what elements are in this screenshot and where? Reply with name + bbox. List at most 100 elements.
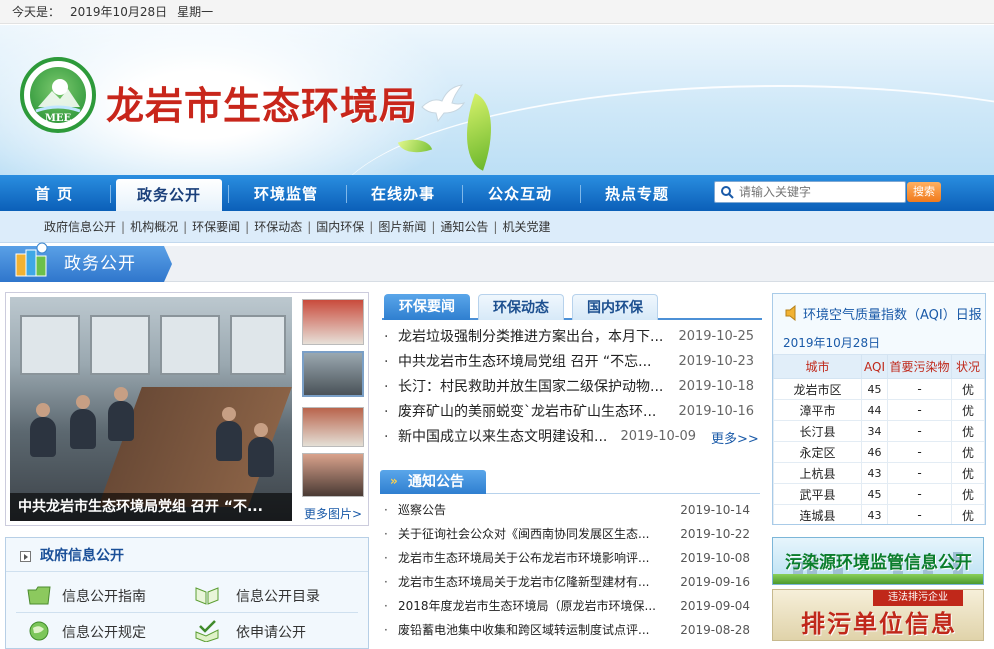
subnav-divider: | xyxy=(431,220,436,234)
status-cell: 优 xyxy=(951,441,985,463)
tab-env-news[interactable]: 环保要闻 xyxy=(384,294,470,320)
photo-head xyxy=(114,387,128,401)
notice-item[interactable]: · 龙岩市生态环境局关于公布龙岩市环境影响评... 2019-10-08 xyxy=(384,546,750,570)
table-row: 长汀县 34- 优 xyxy=(773,420,985,442)
notice-item-title[interactable]: 废铅蓄电池集中收集和跨区域转运制度试点评... xyxy=(398,618,660,642)
notice-item-date: 2019-10-14 xyxy=(680,503,750,517)
subnav-item-org[interactable]: 机构概况 xyxy=(130,211,178,243)
more-photos-link[interactable]: 更多图片> xyxy=(304,505,362,522)
photo-head xyxy=(36,403,50,417)
news-title[interactable]: 长汀：村民救助并放生国家二级保护动物... xyxy=(398,375,678,399)
nav-item-public-interaction[interactable]: 公众互动 xyxy=(464,175,576,211)
notice-item[interactable]: · 2018年度龙岩市生态环境局（原龙岩市环境保... 2019-09-04 xyxy=(384,594,750,618)
nav-item-home[interactable]: 首 页 xyxy=(0,175,108,211)
photo-slideshow: 中共龙岩市生态环境局党组 召开 “不... 更多图片> xyxy=(5,292,369,526)
subnav-divider: | xyxy=(307,220,312,234)
subnav-item-domestic[interactable]: 国内环保 xyxy=(316,211,364,243)
aqi-title[interactable]: 环境空气质量指数（AQI）日报 xyxy=(803,304,982,323)
bullet: · xyxy=(384,527,388,541)
info-guide-link[interactable]: 信息公开指南 xyxy=(62,586,146,606)
subnav-item-photo-news[interactable]: 图片新闻 xyxy=(378,211,426,243)
news-item[interactable]: · 新中国成立以来生态文明建设和... 2019-10-09 xyxy=(384,425,696,449)
news-item[interactable]: · 长汀：村民救助并放生国家二级保护动物... 2019-10-18 xyxy=(384,375,754,399)
photo-person xyxy=(30,417,56,457)
news-item[interactable]: · 废弃矿山的美丽蜕变`龙岩市矿山生态环... 2019-10-16 xyxy=(384,400,754,424)
thumbnail[interactable] xyxy=(302,351,364,397)
discharge-unit-banner[interactable]: 违法排污企业 排污单位信息 xyxy=(772,589,984,641)
photo-person xyxy=(248,437,274,477)
news-title[interactable]: 废弃矿山的美丽蜕变`龙岩市矿山生态环... xyxy=(398,400,678,424)
dove-icon xyxy=(421,84,466,123)
featured-photo[interactable] xyxy=(10,297,292,521)
nav-item-env-supervision[interactable]: 环境监管 xyxy=(230,175,342,211)
aqi-cell: 45 xyxy=(861,483,888,505)
search-box xyxy=(714,181,906,203)
subnav-item-notices[interactable]: 通知公告 xyxy=(440,211,488,243)
news-title[interactable]: 新中国成立以来生态文明建设和... xyxy=(398,425,618,449)
notice-title: 通知公告 xyxy=(408,474,464,490)
book-icon xyxy=(195,587,219,605)
thumbnail[interactable] xyxy=(302,407,364,447)
city-cell: 漳平市 xyxy=(773,399,862,421)
notice-item[interactable]: · 巡察公告 2019-10-14 xyxy=(384,498,750,522)
aqi-cell: 43 xyxy=(861,504,888,524)
subnav-item-env-updates[interactable]: 环保动态 xyxy=(254,211,302,243)
thumbnail[interactable] xyxy=(302,453,364,497)
notice-item-date: 2019-09-16 xyxy=(680,575,750,589)
subnav-item-gov-info[interactable]: 政府信息公开 xyxy=(44,211,116,243)
subnav-item-party[interactable]: 机关党建 xyxy=(502,211,550,243)
logo-text: MEE xyxy=(44,113,72,124)
notice-item[interactable]: · 废铅蓄电池集中收集和跨区域转运制度试点评... 2019-08-28 xyxy=(384,618,750,642)
table-row: 漳平市 44- 优 xyxy=(773,399,985,421)
news-title[interactable]: 中共龙岩市生态环境局党组 召开 “不忘... xyxy=(398,350,678,374)
mee-logo[interactable]: MEE xyxy=(20,57,96,133)
city-cell: 上杭县 xyxy=(773,462,862,484)
globe-icon xyxy=(29,621,49,641)
news-item[interactable]: · 龙岩垃圾强制分类推进方案出台，本月下... 2019-10-25 xyxy=(384,325,754,349)
notice-item-title[interactable]: 龙岩市生态环境局关于公布龙岩市环境影响评... xyxy=(398,546,660,570)
subnav-divider: | xyxy=(369,220,374,234)
news-item[interactable]: · 中共龙岩市生态环境局党组 召开 “不忘... 2019-10-23 xyxy=(384,350,754,374)
pollutant-cell: - xyxy=(887,483,952,505)
date-bar: 今天是： 2019年10月28日 星期一 xyxy=(0,0,994,24)
notice-tab[interactable]: » 通知公告 xyxy=(380,470,486,494)
check-book-icon xyxy=(195,620,219,642)
notice-item[interactable]: · 关于征询社会公众对《闽西南协同发展区生态... 2019-10-22 xyxy=(384,522,750,546)
thumbnail[interactable] xyxy=(302,299,364,345)
photo-window xyxy=(90,315,150,375)
notice-item-title[interactable]: 2018年度龙岩市生态环境局（原龙岩市环境保... xyxy=(398,594,660,618)
notice-item-title[interactable]: 龙岩市生态环境局关于龙岩市亿隆新型建材有... xyxy=(398,570,660,594)
more-news-link[interactable]: 更多>> xyxy=(711,428,759,447)
notice-item-title[interactable]: 关于征询社会公众对《闽西南协同发展区生态... xyxy=(398,522,660,546)
divider xyxy=(16,612,358,613)
info-catalog-link[interactable]: 信息公开目录 xyxy=(236,586,320,606)
pollutant-cell: - xyxy=(887,399,952,421)
search-input[interactable] xyxy=(739,184,899,200)
subnav-divider: | xyxy=(183,220,188,234)
notice-item-title[interactable]: 巡察公告 xyxy=(398,498,660,522)
subnav-item-env-news[interactable]: 环保要闻 xyxy=(192,211,240,243)
section-header: 政务公开 xyxy=(0,242,994,282)
news-date: 2019-10-25 xyxy=(678,329,754,344)
info-rules-link[interactable]: 信息公开规定 xyxy=(62,622,146,642)
gov-info-header: 政府信息公开 xyxy=(6,538,368,572)
nav-item-hot-topics[interactable]: 热点专题 xyxy=(582,175,692,211)
weekday-value: 星期一 xyxy=(177,5,214,19)
nav-item-public-affairs[interactable]: 政务公开 xyxy=(116,179,222,211)
tab-env-updates[interactable]: 环保动态 xyxy=(478,294,564,320)
search-button[interactable]: 搜索 xyxy=(907,182,941,202)
nav-item-online-services[interactable]: 在线办事 xyxy=(348,175,458,211)
info-request-link[interactable]: 依申请公开 xyxy=(236,622,306,642)
notice-item[interactable]: · 龙岩市生态环境局关于龙岩市亿隆新型建材有... 2019-09-16 xyxy=(384,570,750,594)
table-header-row: 城市 AQI 首要污染物 状况 xyxy=(773,354,985,379)
news-title[interactable]: 龙岩垃圾强制分类推进方案出台，本月下... xyxy=(398,325,678,349)
monitor-info-banner[interactable]: 污染源环境监管信息公开 xyxy=(772,537,984,585)
status-cell: 优 xyxy=(951,420,985,442)
photo-caption[interactable]: 中共龙岩市生态环境局党组 召开 “不... xyxy=(10,493,292,521)
pollutant-cell: - xyxy=(887,378,952,400)
subnav-divider: | xyxy=(245,220,250,234)
section-title: 政务公开 xyxy=(64,254,136,274)
double-chevron-icon: » xyxy=(390,474,398,488)
aqi-cell: 46 xyxy=(861,441,888,463)
tab-domestic-env[interactable]: 国内环保 xyxy=(572,294,658,320)
